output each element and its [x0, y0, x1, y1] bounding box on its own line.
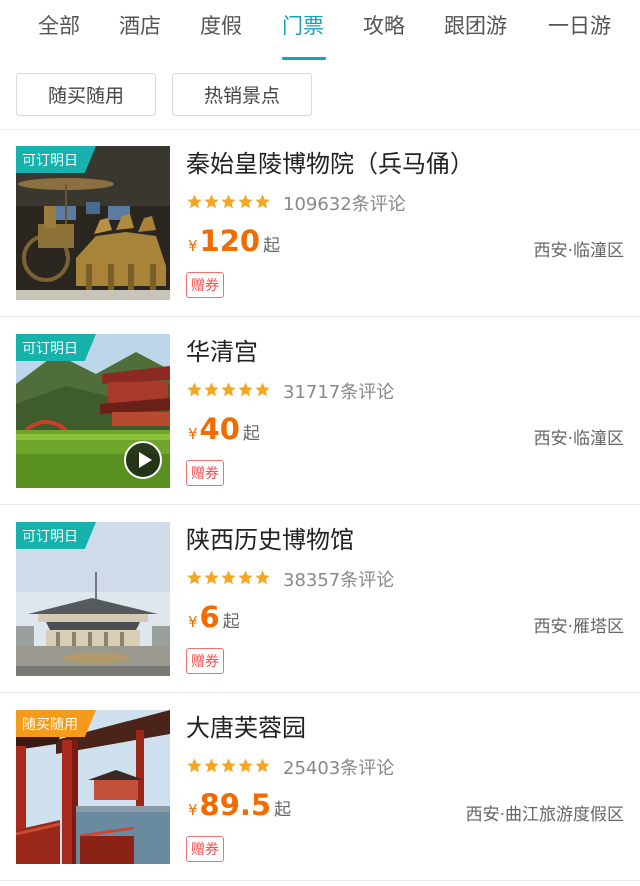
location: 西安·临潼区	[533, 429, 624, 449]
filter-bar: 随买随用 热销景点	[0, 62, 640, 130]
review-count: 109632条评论	[283, 194, 406, 215]
availability-tag: 可订明日	[16, 334, 96, 361]
price-suffix: 起	[274, 800, 292, 820]
star-icon	[238, 194, 253, 209]
price-suffix: 起	[222, 612, 240, 632]
review-count: 31717条评论	[283, 382, 395, 403]
attraction-title[interactable]: 大唐芙蓉园	[186, 708, 306, 743]
star-icon	[221, 570, 236, 585]
attraction-photo: 可订明日	[16, 522, 170, 676]
star-icon	[221, 382, 236, 397]
location: 西安·曲江旅游度假区	[465, 805, 624, 825]
price: ¥ 6 起	[188, 600, 240, 634]
attraction-title[interactable]: 华清宫	[186, 332, 258, 367]
currency-symbol: ¥	[188, 425, 198, 443]
review-count: 38357条评论	[283, 570, 395, 591]
tab-group-tour[interactable]: 跟团游	[444, 10, 507, 40]
price-amount: 89.5	[199, 788, 272, 822]
price: ¥ 120 起	[188, 224, 280, 258]
star-rating	[186, 757, 271, 777]
review-count: 25403条评论	[283, 758, 395, 779]
availability-tag: 可订明日	[16, 522, 96, 549]
star-icon	[255, 194, 270, 209]
filter-buy-and-use[interactable]: 随买随用	[16, 73, 156, 116]
attraction-photo: 随买随用	[16, 710, 170, 864]
star-icon	[187, 194, 202, 209]
star-icon	[238, 382, 253, 397]
star-icon	[187, 382, 202, 397]
price: ¥ 40 起	[188, 412, 260, 446]
tab-hotel[interactable]: 酒店	[119, 10, 161, 40]
star-icon	[255, 570, 270, 585]
star-icon	[238, 570, 253, 585]
star-icon	[221, 194, 236, 209]
star-icon	[238, 758, 253, 773]
divider	[0, 316, 640, 317]
star-icon	[187, 570, 202, 585]
attraction-title[interactable]: 秦始皇陵博物院（兵马俑）	[186, 144, 474, 179]
star-icon	[255, 758, 270, 773]
star-rating	[186, 193, 271, 213]
divider	[0, 504, 640, 505]
location: 西安·雁塔区	[533, 617, 624, 637]
tab-vacation[interactable]: 度假	[200, 10, 242, 40]
availability-tag: 可订明日	[16, 146, 96, 173]
star-rating	[186, 569, 271, 589]
star-icon	[204, 570, 219, 585]
star-icon	[204, 758, 219, 773]
star-icon	[204, 194, 219, 209]
tab-guides[interactable]: 攻略	[363, 10, 405, 40]
coupon-badge: 赠券	[186, 836, 224, 862]
star-rating	[186, 381, 271, 401]
price-suffix: 起	[263, 236, 281, 256]
attraction-photo: 可订明日	[16, 334, 170, 488]
currency-symbol: ¥	[188, 801, 198, 819]
divider	[0, 880, 640, 881]
price-amount: 6	[199, 600, 220, 634]
attraction-title[interactable]: 陕西历史博物馆	[186, 520, 354, 555]
play-video-icon[interactable]	[124, 441, 162, 479]
divider	[0, 692, 640, 693]
attraction-photo: 可订明日	[16, 146, 170, 300]
currency-symbol: ¥	[188, 613, 198, 631]
coupon-badge: 赠券	[186, 272, 224, 298]
filter-popular-sights[interactable]: 热销景点	[172, 73, 312, 116]
location: 西安·临潼区	[533, 241, 624, 261]
active-tab-indicator	[282, 57, 326, 60]
price: ¥ 89.5 起	[188, 788, 291, 822]
availability-tag: 随买随用	[16, 710, 96, 737]
list-item[interactable]: 可订明日 陕西历史博物馆 38357条评论 ¥ 6 起 西安·雁塔区 赠券	[0, 506, 640, 693]
coupon-badge: 赠券	[186, 648, 224, 674]
star-icon	[187, 758, 202, 773]
list-item[interactable]: 可订明日 华清宫 31717条评论 ¥ 40 起 西安·临潼区 赠券	[0, 318, 640, 505]
list-item[interactable]: 随买随用 大唐芙蓉园 25403条评论 ¥ 89.5 起 西安·曲江旅游度假区 …	[0, 694, 640, 881]
star-icon	[221, 758, 236, 773]
currency-symbol: ¥	[188, 237, 198, 255]
star-icon	[204, 382, 219, 397]
list-item[interactable]: 可订明日 秦始皇陵博物院（兵马俑） 109632条评论 ¥ 120 起 西安·临…	[0, 130, 640, 317]
price-amount: 40	[199, 412, 240, 446]
price-amount: 120	[199, 224, 261, 258]
tab-tickets[interactable]: 门票	[282, 10, 324, 40]
tab-day-trip[interactable]: 一日游	[548, 10, 611, 40]
category-tabs: 全部 酒店 度假 门票 攻略 跟团游 一日游	[0, 0, 640, 62]
star-icon	[255, 382, 270, 397]
price-suffix: 起	[242, 424, 260, 444]
coupon-badge: 赠券	[186, 460, 224, 486]
tab-all[interactable]: 全部	[38, 10, 80, 40]
